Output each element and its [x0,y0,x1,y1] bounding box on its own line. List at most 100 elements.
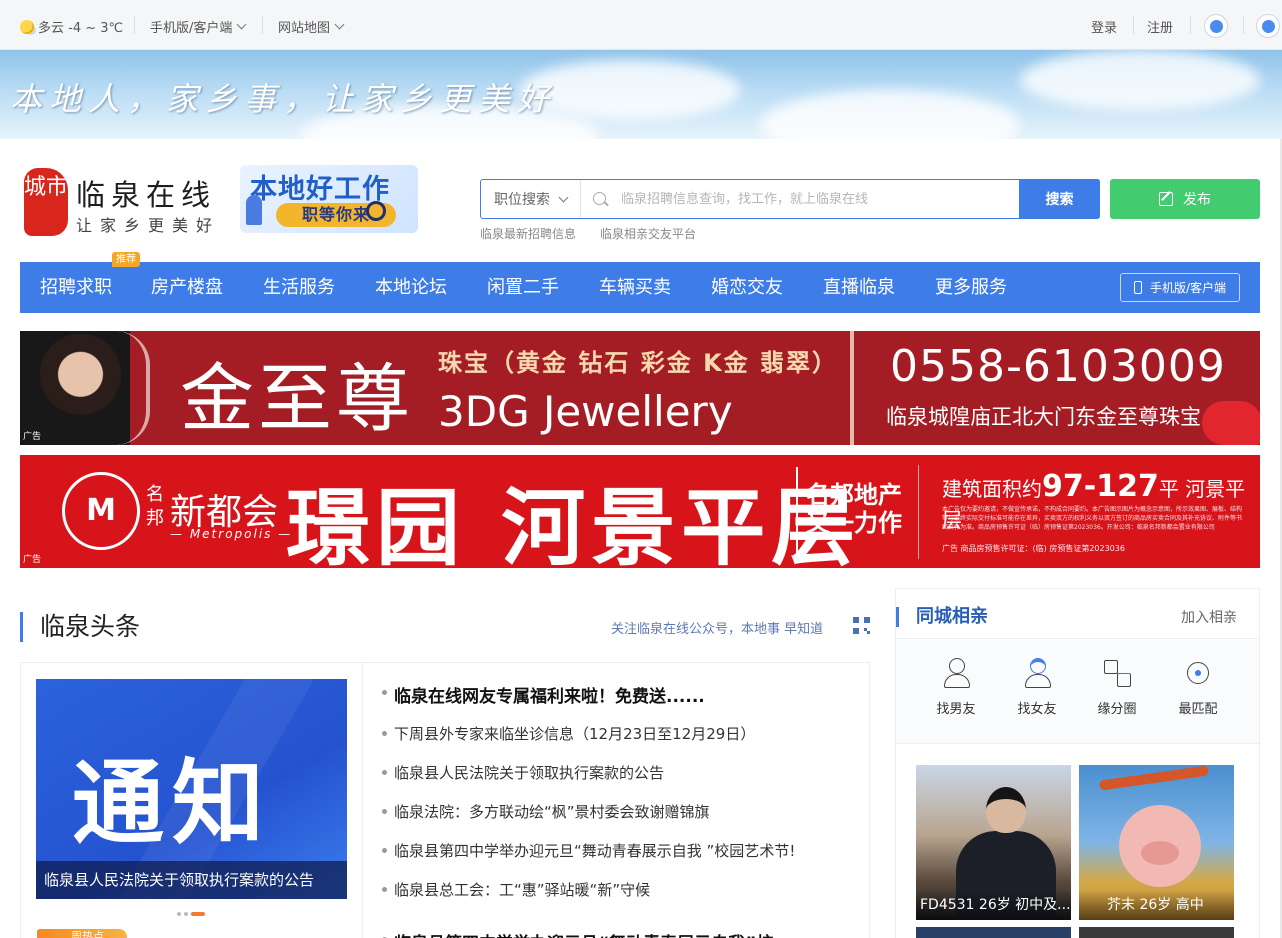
headline-item[interactable]: 临泉县第四中学举办迎元旦“舞动青春展示自我 ”校园艺术节! [382,840,795,861]
sitemap-menu[interactable]: 网站地图 [278,17,345,36]
sitemap-label: 网站地图 [278,21,331,36]
nav-item-real-estate[interactable]: 房产楼盘 [151,262,223,313]
publish-button[interactable]: 发布 [1110,179,1260,219]
hot-link-dating[interactable]: 临泉相亲交友平台 [600,225,696,242]
best-match-label: 最匹配 [1178,702,1218,717]
carousel-indicators [177,912,205,916]
nav-item-more[interactable]: 更多服务 [935,262,1007,313]
ad-headline: 璟园 河景平层 [286,479,862,568]
headline-item[interactable]: 临泉在线网友专属福利来啦！免费送...... [382,682,705,707]
magnifier-icon [366,201,386,221]
headline-carousel-slide[interactable]: 通知 临泉县人民法院关于领取执行案款的公告 [36,679,347,899]
hot-link-jobs[interactable]: 临泉最新招聘信息 [480,225,576,242]
search-hot-links: 临泉最新招聘信息 临泉相亲交友平台 [480,225,696,242]
mobile-client-menu[interactable]: 手机版/客户端 [150,17,247,36]
ad-address: 临泉城隍庙正北大门东金至尊珠宝 [886,405,1201,429]
nav-item-second-hand[interactable]: 闲置二手 [487,262,559,313]
find-girlfriend-button[interactable]: 找女友 [1007,658,1067,717]
dating-actions: 找男友 找女友 缘分圈 最匹配 [896,640,1259,744]
headline-item[interactable]: 临泉县人民法院关于领取执行案款的公告 [382,762,664,783]
target-icon [1183,658,1213,690]
ad-mingbang: 名邦 [146,484,164,529]
recommend-badge: 推荐 [112,252,140,267]
site-logo-subtitle: 让家乡更美好 [76,216,221,235]
headline-item[interactable]: 临泉县总工会：工“惠”驿站暖“新”守候 [382,879,650,900]
nav-mobile-client-button[interactable]: 手机版/客户端 [1120,273,1240,302]
search-button[interactable]: 搜索 [1019,179,1100,219]
main-nav: 招聘求职 推荐 房产楼盘 生活服务 本地论坛 闲置二手 车辆买卖 婚恋交友 直播… [20,252,1260,313]
ad-english-name: 3DG Jewellery [438,387,733,436]
fate-circle-label: 缘分圈 [1097,702,1137,717]
ad-fine-print: 本广告仅为要约邀请，不做宣传承诺，不构成合同要约。本广告图示图片为概念示意图，所… [942,506,1243,531]
dating-profile-card[interactable] [1079,927,1234,938]
nav-item-jobs[interactable]: 招聘求职 [40,262,112,313]
site-logo-title[interactable]: 临泉在线 [76,172,216,214]
header-banner: 本地人，家乡事，让家乡更美好 [0,50,1282,139]
dating-profile-card[interactable]: 芥末 26岁 高中 [1079,765,1234,920]
search-category-label: 职位搜索 [494,192,550,208]
login-link[interactable]: 登录 [1091,17,1117,36]
headline-item[interactable]: 下周县外专家来临坐诊信息（12月23日至12月29日） [382,723,755,744]
qq-icon[interactable] [1256,14,1280,38]
weather-cloudy-icon [20,19,34,34]
ad-slogan: 名邦地产 又一力作 [806,481,902,537]
box-divider [362,663,363,938]
login-label: 登录 [1091,21,1118,36]
nav-item-forum[interactable]: 本地论坛 [375,262,447,313]
register-link[interactable]: 注册 [1147,17,1173,36]
follow-wechat-link[interactable]: 关注临泉在线公众号，本地事 早知道 [611,618,823,637]
fate-circle-button[interactable]: 缘分圈 [1087,658,1147,717]
carousel-dot[interactable] [177,912,181,916]
profile-photo-head [986,787,1026,833]
dating-panel: 同城相亲 加入相亲 找男友 找女友 缘分圈 最匹配 FD4531 26岁 初中及… [895,588,1260,938]
carousel-dot[interactable] [184,912,188,916]
join-dating-link[interactable]: 加入相亲 [1181,607,1237,627]
chevron-down-icon [558,192,569,202]
ad-divider [918,465,919,559]
weather-widget: 多云 -4 ~ 3℃ [20,17,123,36]
headline-item[interactable]: 临泉法院：多方联动绘“枫”景村委会致谢赠锦旗 [382,801,710,822]
weekly-hot-badge: 周热点 [37,929,127,938]
ad-phone: 0558-6103009 [890,341,1226,392]
site-logo-badge[interactable]: 城市 [24,168,68,236]
wechat-icon[interactable] [1204,14,1228,38]
search-category-select[interactable]: 职位搜索 [481,180,581,218]
nav-item-vehicles[interactable]: 车辆买卖 [599,262,671,313]
ad-banner-jewellery[interactable]: 金至尊 珠宝（黄金 钻石 彩金 K金 翡翠） 3DG Jewellery 055… [20,331,1260,445]
ad-banner-real-estate[interactable]: M 名邦 新都会 — Metropolis — 璟园 河景平层 名邦地产 又一力… [20,455,1260,568]
top-bar: 多云 -4 ~ 3℃ 手机版/客户端 网站地图 登录 注册 [0,0,1282,50]
find-girlfriend-label: 找女友 [1017,702,1057,717]
nav-item-live[interactable]: 直播临泉 [823,262,895,313]
weather-text: 多云 -4 ~ 3℃ [38,21,124,36]
headline-item[interactable]: 临泉县第四中学举办迎元旦“舞动青春展示自我”校 [382,929,773,938]
edit-icon [1159,192,1173,206]
ad-divider [850,331,854,445]
qr-code-icon[interactable] [853,617,870,634]
find-boyfriend-button[interactable]: 找男友 [926,658,986,717]
ad-divider [796,467,798,557]
woman-icon [1022,658,1052,690]
nav-item-life-services[interactable]: 生活服务 [263,262,335,313]
job-promo-title: 本地好工作 [250,174,390,205]
dating-header: 同城相亲 加入相亲 [896,589,1259,639]
nav-mobile-client-label: 手机版/客户端 [1149,281,1227,295]
dating-profile-card[interactable]: FD4531 26岁 初中及... [916,765,1071,920]
profile-caption: FD4531 26岁 初中及... [916,890,1071,920]
chevron-down-icon [334,19,345,30]
carousel-dot-active[interactable] [191,912,205,916]
ad-model-photo [20,331,130,445]
search-icon [593,192,606,205]
ad-decoration [116,331,150,445]
man-icon [941,658,971,690]
circle-exchange-icon [1102,658,1132,690]
dating-profile-card[interactable] [916,927,1071,938]
best-match-button[interactable]: 最匹配 [1168,658,1228,717]
slide-caption[interactable]: 临泉县人民法院关于领取执行案款的公告 [36,861,347,899]
publish-label: 发布 [1183,192,1211,208]
find-boyfriend-label: 找男友 [936,702,976,717]
divider [134,16,135,34]
nav-item-dating[interactable]: 婚恋交友 [711,262,783,313]
ad-area-number: 97-127 [1042,469,1159,504]
search-input[interactable] [621,188,1011,210]
job-promo-banner[interactable]: 本地好工作 职等你来 [240,165,418,233]
